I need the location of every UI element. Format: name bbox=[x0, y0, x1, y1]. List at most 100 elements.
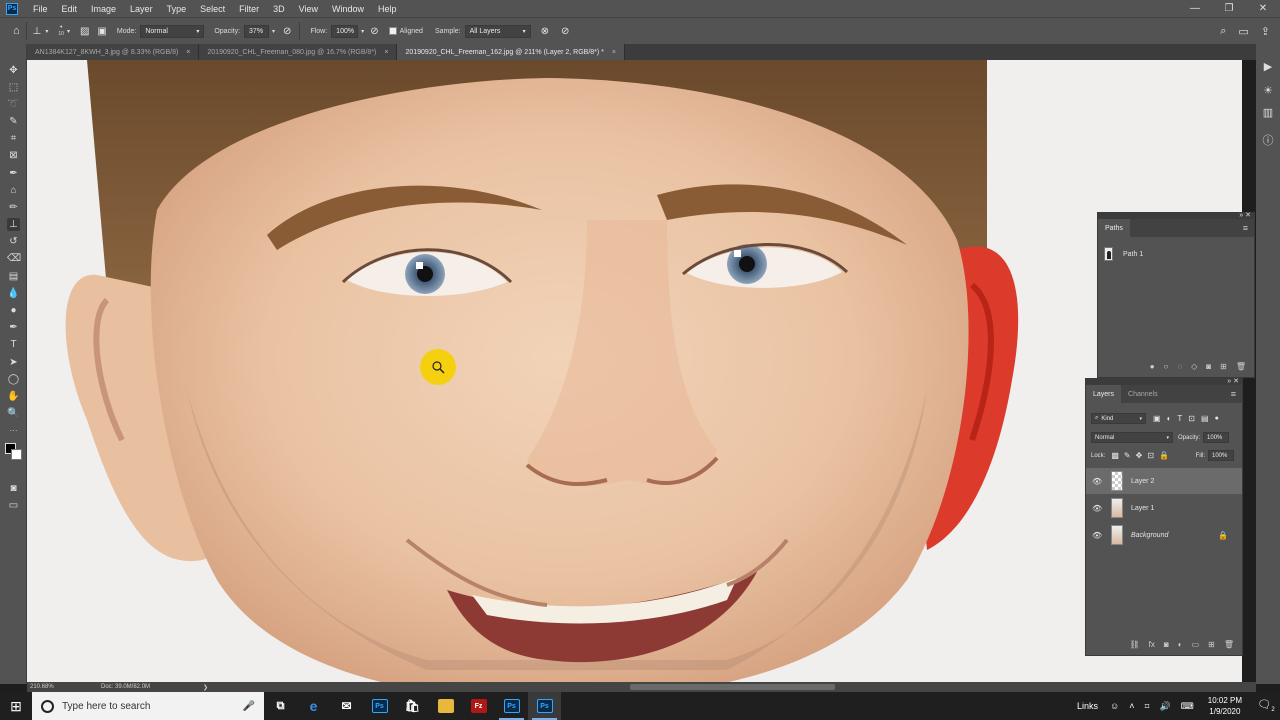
eyedropper-tool-icon[interactable]: ✒ bbox=[7, 167, 20, 180]
filter-kind-select[interactable]: ⌕ Kind ▾ bbox=[1091, 413, 1146, 424]
move-tool-icon[interactable]: ✥ bbox=[7, 64, 20, 77]
links-toolbar[interactable]: Links bbox=[1077, 701, 1098, 711]
tool-preset-dropdown-icon[interactable]: ▾ bbox=[45, 28, 48, 35]
visibility-eye-icon[interactable]: 👁 bbox=[1092, 531, 1102, 540]
type-tool-icon[interactable]: T bbox=[7, 338, 20, 351]
new-adjustment-layer-icon[interactable]: ◐ bbox=[1178, 640, 1183, 649]
lock-position-icon[interactable]: ✥ bbox=[1136, 451, 1143, 460]
photoshop-app-icon-active[interactable]: Ps bbox=[528, 692, 561, 720]
file-explorer-icon[interactable] bbox=[429, 692, 462, 720]
lasso-tool-icon[interactable]: ➰ bbox=[7, 98, 20, 111]
color-swatches[interactable] bbox=[4, 442, 24, 462]
more-tools-icon[interactable]: ··· bbox=[7, 424, 20, 437]
blend-mode-select[interactable]: Normal ▾ bbox=[1091, 432, 1173, 443]
panel-menu-icon[interactable]: ≡ bbox=[1243, 223, 1248, 233]
new-layer-icon[interactable]: ⊞ bbox=[1208, 640, 1215, 649]
layer-row-background[interactable]: 👁 Background 🔒 bbox=[1086, 522, 1242, 548]
add-mask-icon[interactable]: ◙ bbox=[1206, 362, 1211, 371]
lock-image-icon[interactable]: ✎ bbox=[1124, 451, 1131, 460]
network-icon[interactable]: ⌗ bbox=[1144, 701, 1149, 712]
fill-path-icon[interactable]: ● bbox=[1150, 362, 1155, 371]
shape-tool-icon[interactable]: ◯ bbox=[7, 373, 20, 386]
zoom-level[interactable]: 210.68% bbox=[27, 684, 75, 690]
tab-channels[interactable]: Channels bbox=[1121, 385, 1165, 403]
fill-input[interactable]: 100% bbox=[1208, 450, 1234, 461]
quick-selection-tool-icon[interactable]: ✎ bbox=[7, 115, 20, 128]
tab-layers[interactable]: Layers bbox=[1086, 385, 1122, 403]
stroke-path-icon[interactable]: ○ bbox=[1164, 362, 1169, 371]
filter-type-icon[interactable]: T bbox=[1177, 414, 1182, 423]
filter-smart-object-icon[interactable]: ▤ bbox=[1201, 414, 1209, 423]
home-icon[interactable]: ⌂ bbox=[13, 25, 20, 37]
language-icon[interactable]: ⌨ bbox=[1181, 701, 1194, 712]
tab-document-1[interactable]: AN1384K127_8KWH_3.jpg @ 8.33% (RGB/8) × bbox=[27, 44, 200, 60]
frame-tool-icon[interactable]: ⊠ bbox=[7, 149, 20, 162]
lock-transparent-icon[interactable]: ▩ bbox=[1111, 451, 1119, 460]
store-icon[interactable]: 🛍 bbox=[396, 692, 429, 720]
menu-file[interactable]: File bbox=[26, 4, 55, 14]
menu-window[interactable]: Window bbox=[325, 4, 371, 14]
path-selection-tool-icon[interactable]: ➤ bbox=[7, 356, 20, 369]
horizontal-scrollbar[interactable] bbox=[630, 684, 835, 690]
new-path-icon[interactable]: ⊞ bbox=[1220, 362, 1227, 371]
gradient-tool-icon[interactable]: ▤ bbox=[7, 270, 20, 283]
delete-layer-icon[interactable]: 🗑 bbox=[1224, 640, 1234, 649]
restore-icon[interactable]: ❐ bbox=[1212, 3, 1246, 14]
menu-3d[interactable]: 3D bbox=[266, 4, 292, 14]
make-work-path-icon[interactable]: ◇ bbox=[1191, 362, 1197, 371]
filter-pixel-icon[interactable]: ▣ bbox=[1153, 414, 1161, 423]
visibility-eye-icon[interactable]: 👁 bbox=[1092, 477, 1102, 486]
mail-icon[interactable]: ✉ bbox=[330, 692, 363, 720]
background-color-swatch[interactable] bbox=[11, 449, 22, 460]
photoshop-app-icon-open[interactable]: Ps bbox=[495, 692, 528, 720]
menu-help[interactable]: Help bbox=[371, 4, 404, 14]
flow-dropdown-icon[interactable]: ▾ bbox=[361, 28, 364, 35]
menu-layer[interactable]: Layer bbox=[123, 4, 160, 14]
crop-tool-icon[interactable]: ⌗ bbox=[7, 132, 20, 145]
delete-path-icon[interactable]: 🗑 bbox=[1236, 362, 1246, 371]
layer-style-icon[interactable]: fx bbox=[1149, 640, 1155, 649]
opacity-input[interactable]: 37% bbox=[244, 24, 270, 38]
eraser-tool-icon[interactable]: ⌫ bbox=[7, 252, 21, 265]
load-selection-icon[interactable]: ◌ bbox=[1177, 362, 1182, 371]
visibility-eye-icon[interactable]: 👁 bbox=[1092, 504, 1102, 513]
lock-artboard-icon[interactable]: ⊡ bbox=[1147, 451, 1154, 460]
screen-mode-icon[interactable]: ▭ bbox=[7, 499, 20, 512]
document-canvas[interactable] bbox=[27, 60, 1242, 682]
menu-image[interactable]: Image bbox=[84, 4, 123, 14]
layer-row-layer-1[interactable]: 👁 Layer 1 bbox=[1086, 495, 1242, 521]
ignore-adjustment-layers-icon[interactable]: ⊗ bbox=[541, 26, 549, 37]
microphone-icon[interactable]: 🎤 bbox=[243, 701, 255, 712]
brush-tool-icon[interactable]: ✏ bbox=[7, 201, 20, 214]
filezilla-icon[interactable]: Fz bbox=[462, 692, 495, 720]
taskbar-search-box[interactable]: Type here to search 🎤 bbox=[32, 692, 264, 720]
filter-adjustment-icon[interactable]: ◐ bbox=[1167, 414, 1172, 423]
menu-view[interactable]: View bbox=[292, 4, 325, 14]
workspace-icon[interactable]: ▭ bbox=[1238, 25, 1248, 38]
aligned-checkbox[interactable] bbox=[388, 27, 397, 35]
brush-preset-picker[interactable]: • 10 bbox=[58, 24, 64, 38]
path-item[interactable]: Path 1 bbox=[1104, 247, 1143, 261]
histogram-icon[interactable]: ▥ bbox=[1262, 106, 1274, 119]
share-icon[interactable]: ⇪ bbox=[1261, 25, 1270, 38]
photoshop-app-icon[interactable]: Ps bbox=[363, 692, 396, 720]
tab-close-icon[interactable]: × bbox=[186, 49, 190, 56]
history-icon[interactable]: ▶ bbox=[1262, 60, 1274, 73]
panel-menu-icon[interactable]: ≡ bbox=[1231, 389, 1236, 399]
pen-tool-icon[interactable]: ✒ bbox=[7, 321, 20, 334]
tab-paths[interactable]: Paths bbox=[1098, 219, 1130, 237]
tab-document-2[interactable]: 20190920_CHL_Freeman_080.jpg @ 16.7% (RG… bbox=[199, 44, 398, 60]
minimize-icon[interactable]: — bbox=[1178, 3, 1212, 14]
layer-row-layer-2[interactable]: 👁 Layer 2 bbox=[1086, 468, 1242, 494]
marquee-tool-icon[interactable]: ⬚ bbox=[7, 81, 20, 94]
hand-tool-icon[interactable]: ✋ bbox=[7, 390, 20, 403]
pressure-size-icon[interactable]: ⊘ bbox=[561, 26, 569, 37]
show-hidden-icons-chevron-icon[interactable]: ˄ bbox=[1129, 701, 1134, 711]
brush-settings-icon[interactable]: ▨ bbox=[80, 26, 89, 37]
menu-select[interactable]: Select bbox=[193, 4, 232, 14]
clone-stamp-tool-icon[interactable]: ⊥ bbox=[7, 218, 20, 231]
healing-brush-tool-icon[interactable]: ⌂ bbox=[7, 184, 20, 197]
info-icon[interactable]: ⓘ bbox=[1262, 132, 1274, 148]
tab-close-icon[interactable]: × bbox=[612, 49, 616, 56]
add-mask-icon[interactable]: ◙ bbox=[1164, 640, 1169, 649]
